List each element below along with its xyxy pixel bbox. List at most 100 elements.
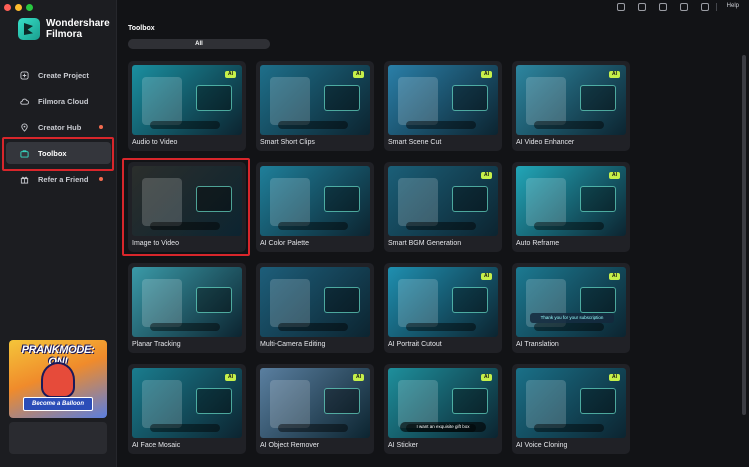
thumbnail-art bbox=[452, 388, 488, 414]
tool-card-audio-to-video[interactable]: AI Audio to Video bbox=[128, 61, 246, 151]
headset-icon[interactable] bbox=[701, 3, 709, 11]
screen-record-icon[interactable] bbox=[638, 3, 646, 11]
zoom-window-button[interactable] bbox=[26, 4, 33, 11]
thumbnail-art bbox=[324, 388, 360, 414]
thumbnail-art bbox=[534, 323, 604, 331]
tool-thumbnail: AI bbox=[388, 65, 498, 135]
tool-thumbnail: AI bbox=[388, 166, 498, 236]
sidebar-nav: Create Project Filmora Cloud Creator Hub… bbox=[0, 64, 117, 194]
thumbnail-art bbox=[580, 186, 616, 212]
thumbnail-art bbox=[142, 77, 182, 125]
thumbnail-art bbox=[406, 222, 476, 230]
tab-all[interactable]: All bbox=[128, 39, 270, 49]
ai-badge: AI bbox=[353, 71, 364, 78]
tool-thumbnail: AI bbox=[260, 368, 370, 438]
tool-card-ai-portrait-cutout[interactable]: AI AI Portrait Cutout bbox=[384, 263, 502, 353]
tool-thumbnail: AI bbox=[132, 368, 242, 438]
minimize-window-button[interactable] bbox=[15, 4, 22, 11]
tool-card-smart-scene-cut[interactable]: AI Smart Scene Cut bbox=[384, 61, 502, 151]
close-window-button[interactable] bbox=[4, 4, 11, 11]
tool-card-ai-voice-cloning[interactable]: AI AI Voice Cloning bbox=[512, 364, 630, 454]
sidebar-item-label: Filmora Cloud bbox=[38, 96, 89, 106]
tool-card-ai-color-palette[interactable]: AI Color Palette bbox=[256, 162, 374, 252]
tool-thumbnail: AI bbox=[516, 166, 626, 236]
brand-name: Wondershare Filmora bbox=[46, 18, 110, 40]
tool-card-label: Auto Reframe bbox=[516, 240, 560, 247]
thumbnail-art bbox=[142, 279, 182, 327]
tool-card-ai-translation[interactable]: AI Thank you for your subscription AI Tran… bbox=[512, 263, 630, 353]
ai-badge: AI bbox=[481, 374, 492, 381]
thumbnail-art bbox=[452, 186, 488, 212]
tool-card-planar-tracking[interactable]: Planar Tracking bbox=[128, 263, 246, 353]
thumbnail-art bbox=[150, 121, 220, 129]
thumbnail-art bbox=[324, 186, 360, 212]
translation-caption: Thank you for your subscription bbox=[530, 313, 614, 323]
tool-card-ai-object-remover[interactable]: AI AI Object Remover bbox=[256, 364, 374, 454]
thumbnail-art bbox=[270, 380, 310, 428]
tool-card-multi-camera-editing[interactable]: Multi-Camera Editing bbox=[256, 263, 374, 353]
sidebar-item-label: Create Project bbox=[38, 70, 89, 80]
ai-badge: AI bbox=[609, 273, 620, 280]
thumbnail-art bbox=[278, 323, 348, 331]
tool-card-label: AI Object Remover bbox=[260, 442, 320, 449]
tool-card-smart-short-clips[interactable]: AI Smart Short Clips bbox=[256, 61, 374, 151]
ai-badge: AI bbox=[353, 374, 364, 381]
sidebar: Wondershare Filmora Create Project Filmo… bbox=[0, 0, 117, 467]
tool-card-ai-sticker[interactable]: AI I want an exquisite gift box AI Sticker bbox=[384, 364, 502, 454]
tool-card-label: AI Face Mosaic bbox=[132, 442, 181, 449]
sidebar-item-refer-a-friend[interactable]: Refer a Friend bbox=[6, 168, 111, 190]
tool-card-auto-reframe[interactable]: AI Auto Reframe bbox=[512, 162, 630, 252]
sticker-caption: I want an exquisite gift box bbox=[400, 422, 486, 432]
send-icon[interactable] bbox=[617, 3, 625, 11]
sidebar-item-creator-hub[interactable]: Creator Hub bbox=[6, 116, 111, 138]
location-pin-icon bbox=[21, 123, 28, 132]
tool-card-label: AI Voice Cloning bbox=[516, 442, 568, 449]
filmora-logo-icon bbox=[18, 18, 40, 40]
thumbnail-art bbox=[142, 380, 182, 428]
ai-badge: AI bbox=[481, 172, 492, 179]
ai-badge: AI bbox=[481, 273, 492, 280]
top-divider bbox=[716, 3, 717, 11]
thumbnail-art bbox=[270, 77, 310, 125]
tool-thumbnail: AI bbox=[260, 65, 370, 135]
tool-card-label: AI Sticker bbox=[388, 442, 418, 449]
tool-card-ai-face-mosaic[interactable]: AI AI Face Mosaic bbox=[128, 364, 246, 454]
scrollbar-thumb[interactable] bbox=[742, 55, 746, 415]
thumbnail-art bbox=[452, 287, 488, 313]
category-tabs: All bbox=[128, 39, 270, 49]
help-menu[interactable]: Help bbox=[727, 3, 739, 9]
top-icons bbox=[617, 3, 709, 11]
tool-card-label: Smart Short Clips bbox=[260, 139, 315, 146]
tool-card-label: Planar Tracking bbox=[132, 341, 181, 348]
brand-line1: Wondershare bbox=[46, 18, 110, 29]
gift-icon bbox=[20, 176, 29, 184]
plus-square-icon bbox=[20, 70, 29, 80]
cloud-upload-icon[interactable] bbox=[659, 3, 667, 11]
thumbnail-art bbox=[270, 279, 310, 327]
notification-dot bbox=[99, 125, 103, 129]
thumbnail-art bbox=[196, 85, 232, 111]
ai-badge: AI bbox=[609, 374, 620, 381]
thumbnail-art bbox=[324, 287, 360, 313]
balloon-mascot-icon bbox=[41, 362, 75, 398]
tool-card-label: Audio to Video bbox=[132, 139, 178, 146]
tool-thumbnail: AI bbox=[132, 65, 242, 135]
tool-card-smart-bgm-generation[interactable]: AI Smart BGM Generation bbox=[384, 162, 502, 252]
tool-card-label: AI Translation bbox=[516, 341, 559, 348]
tool-card-label: AI Video Enhancer bbox=[516, 139, 575, 146]
window-controls bbox=[4, 4, 33, 11]
sidebar-item-filmora-cloud[interactable]: Filmora Cloud bbox=[6, 90, 111, 112]
tool-thumbnail bbox=[260, 267, 370, 337]
ai-badge: AI bbox=[225, 374, 236, 381]
sidebar-item-label: Refer a Friend bbox=[38, 174, 89, 184]
thumbnail-art bbox=[398, 380, 438, 428]
thumbnail-art bbox=[278, 121, 348, 129]
thumbnail-art bbox=[196, 388, 232, 414]
thumbnail-art bbox=[398, 77, 438, 125]
promo-banner[interactable]: PRANKMODE: ON! Become a Balloon bbox=[9, 340, 107, 418]
thumbnail-art bbox=[580, 287, 616, 313]
sidebar-item-create-project[interactable]: Create Project bbox=[6, 64, 111, 86]
tool-card-ai-video-enhancer[interactable]: AI AI Video Enhancer bbox=[512, 61, 630, 151]
grid-apps-icon[interactable] bbox=[680, 3, 688, 11]
promo-ribbon: Become a Balloon bbox=[23, 397, 93, 411]
